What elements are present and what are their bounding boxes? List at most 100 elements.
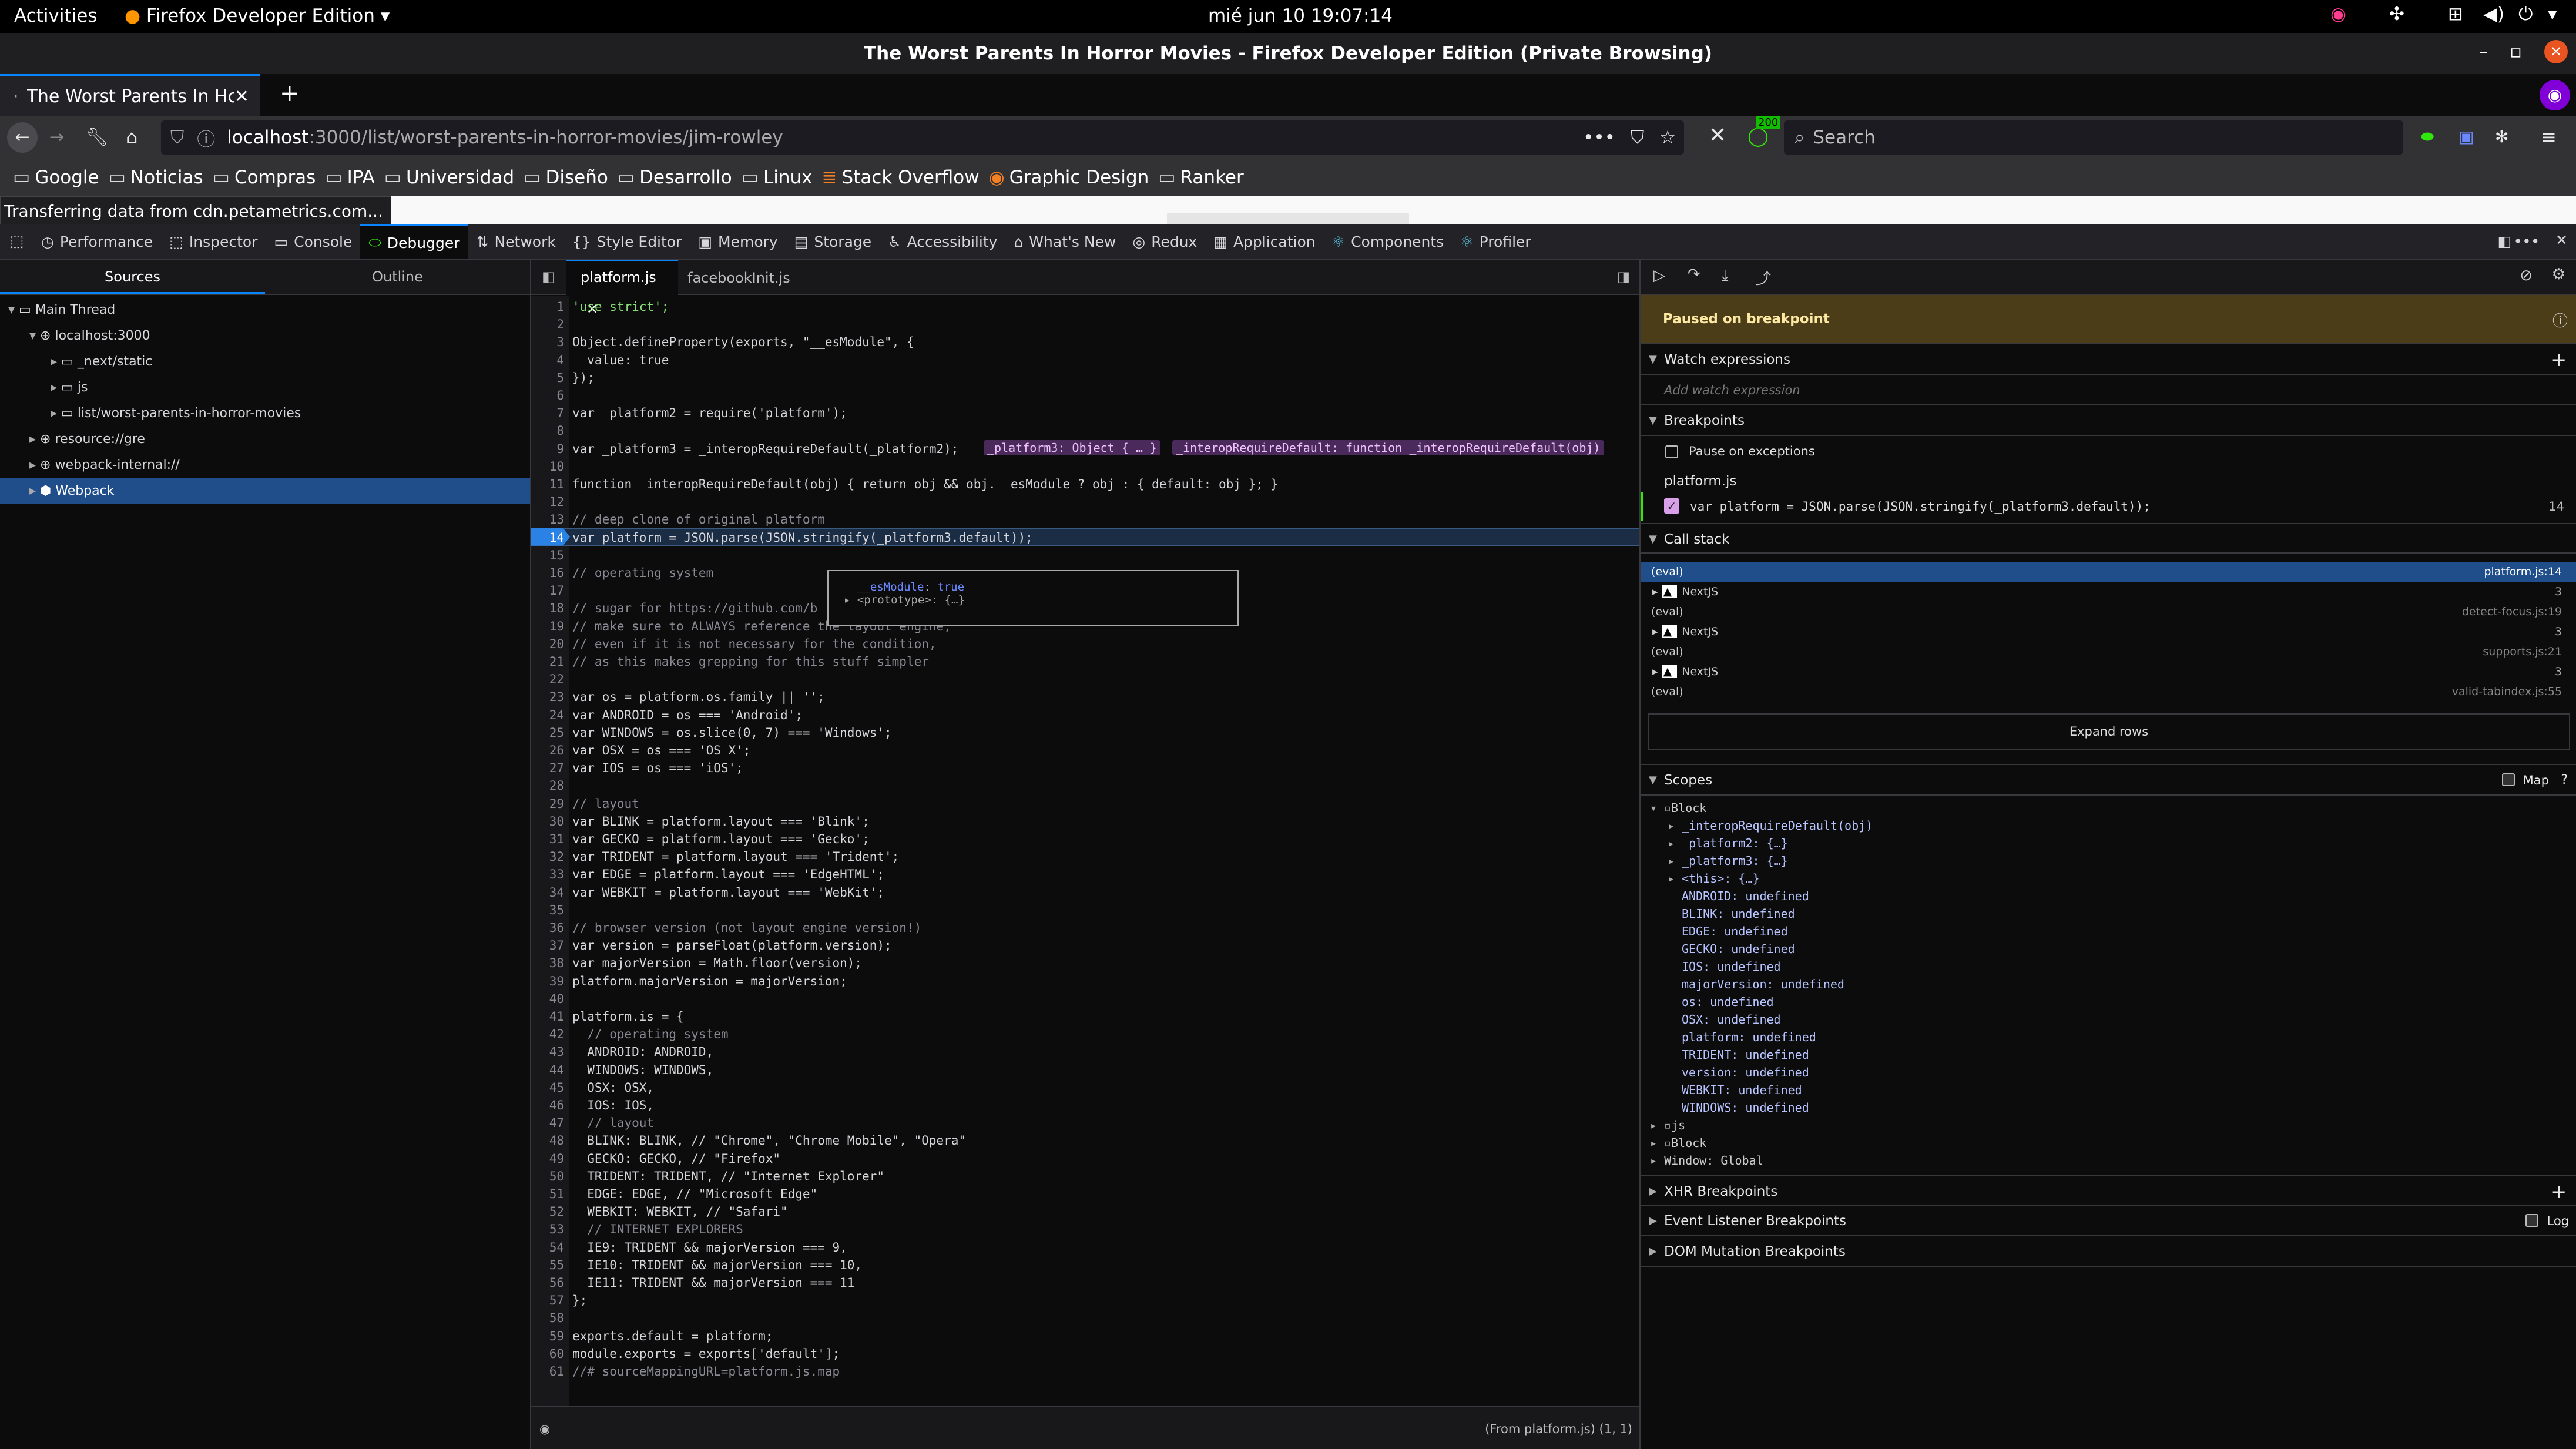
bookmark-item[interactable]: ◉ Graphic Design [989,167,1149,188]
collapsed-arrow-icon[interactable]: ▸ [51,406,61,421]
call-stack-frame[interactable]: (eval) detect-focus.js:19 [1641,602,2576,622]
source-tree-item[interactable]: ▸ ▭ _next/static [0,349,530,375]
line-number[interactable]: 2 [531,317,569,331]
line-number[interactable]: 53 [531,1222,569,1236]
collapsed-arrow-icon[interactable]: ▸ [51,380,61,395]
maximize-icon[interactable]: ▫ [2510,41,2522,62]
line-number[interactable]: 41 [531,1009,569,1024]
expand-arrow-icon[interactable]: ▸ [844,593,857,606]
call-stack-group[interactable]: ▸ ▲ NextJS 3 [1641,622,2576,642]
line-number[interactable]: 40 [531,992,569,1006]
breakpoint-checkbox[interactable]: ✓ [1664,498,1679,514]
collapsed-arrow-icon[interactable]: ▸ [29,458,40,472]
line-number[interactable]: 48 [531,1133,569,1148]
search-field[interactable]: ⌕ Search [1784,120,2403,155]
line-number[interactable]: 16 [531,566,569,580]
line-number[interactable]: 13 [531,512,569,526]
tab-sources[interactable]: Sources [0,260,265,294]
new-tab-icon[interactable]: + [280,80,300,107]
expand-arrow-icon[interactable]: ▾ ▫ [1650,801,1671,815]
expanded-arrow-icon[interactable]: ▾ [8,303,19,317]
line-number[interactable]: 57 [531,1293,569,1307]
line-number[interactable]: 42 [531,1027,569,1041]
code-editor[interactable]: 1 2 3 4 5 6 7 8 9 10 11 12 13 14 15 16 17 18 19 20 21 22 23 24 2… [531,296,1639,1406]
line-number[interactable]: 26 [531,743,569,757]
line-number[interactable]: 9 [531,442,569,456]
line-number[interactable]: 10 [531,459,569,474]
source-tree-item[interactable]: ▸ ⬢ Webpack [0,478,530,504]
line-number[interactable]: 59 [531,1329,569,1343]
line-number[interactable]: 56 [531,1276,569,1290]
tray-app-icon[interactable]: ◉ [2330,4,2346,25]
wrench-icon[interactable]: 🔧︎ [86,127,108,147]
help-icon[interactable]: ? [2561,765,2568,796]
line-number[interactable]: 6 [531,388,569,402]
line-number[interactable]: 37 [531,938,569,952]
network-icon[interactable]: ⊞ [2448,4,2463,25]
activities-button[interactable]: Activities [14,5,97,26]
tab-facebookinit-js[interactable]: facebookInit.js [687,270,790,286]
expand-arrow-icon[interactable]: ▸ [1668,819,1682,833]
watch-expression-input[interactable]: Add watch expression [1641,375,2576,405]
expand-arrow-icon[interactable]: ▸ ▫ [1650,1118,1671,1132]
minimize-icon[interactable]: – [2479,41,2488,62]
devtools-tab-redux[interactable]: ◎ Redux [1124,224,1205,259]
pause-exceptions-checkbox[interactable] [1665,445,1678,458]
line-number[interactable]: 21 [531,655,569,669]
close-window-icon[interactable]: ✕ [2544,40,2568,63]
close-devtools-icon[interactable]: ✕ [2555,232,2568,249]
bookmark-item[interactable]: ▭ IPA [325,167,374,188]
dom-mutation-breakpoints-header[interactable]: ▶ DOM Mutation Breakpoints [1641,1236,2576,1267]
collapsed-arrow-icon[interactable]: ▸ [51,354,61,369]
devtools-tab-memory[interactable]: ▣ Memory [690,224,786,259]
bookmark-item[interactable]: ▭ Desarrollo [618,167,732,188]
devtools-tab-application[interactable]: ▦ Application [1205,224,1323,259]
info-icon[interactable]: ⓘ [2552,309,2568,331]
breakpoints-header[interactable]: ▼ Breakpoints [1641,405,2576,436]
line-number[interactable]: 29 [531,797,569,811]
clock[interactable]: mié jun 10 19:07:14 [1208,5,1393,26]
scope-item[interactable]: ▸ ▫Block [1641,1134,2576,1152]
stop-loading-icon[interactable]: ✕ [1709,123,1726,147]
expand-arrow-icon[interactable]: ▸ ▫ [1650,1136,1671,1150]
line-number[interactable]: 15 [531,548,569,562]
line-number[interactable]: 3 [531,335,569,349]
log-checkbox[interactable] [2525,1214,2538,1227]
expand-arrow-icon[interactable]: ▸ [1650,1153,1664,1168]
home-icon[interactable]: ⌂ [126,126,137,148]
pretty-print-icon[interactable]: ◉ [539,1422,550,1436]
toggle-sidebar-icon[interactable]: ◧ [542,269,555,285]
line-number[interactable]: 11 [531,477,569,491]
devtools-tab-storage[interactable]: ▤ Storage [786,224,880,259]
line-number[interactable]: 54 [531,1240,569,1255]
bookmark-item[interactable]: ▭ Universidad [384,167,515,188]
source-tree-item[interactable]: ▸ ▭ js [0,375,530,401]
call-stack-frame[interactable]: (eval) valid-tabindex.js:55 [1641,682,2576,702]
line-number[interactable]: 51 [531,1187,569,1201]
line-number[interactable]: 49 [531,1152,569,1166]
scope-item[interactable]: ▸ <this>: {…} [1641,870,2576,887]
line-number[interactable]: 14 [531,531,569,545]
add-xhr-icon[interactable]: + [2551,1176,2567,1207]
line-number[interactable]: 30 [531,814,569,829]
scopes-header[interactable]: ▼ Scopes Map ? [1641,765,2576,796]
hamburger-menu-icon[interactable]: ≡ [2541,126,2557,148]
devtools-menu-icon[interactable]: ••• [2514,233,2540,250]
line-number[interactable]: 28 [531,779,569,793]
devtools-tab-performance[interactable]: ◷ Performance [33,224,161,259]
line-number[interactable]: 34 [531,886,569,900]
step-in-icon[interactable]: ⤓ [1722,267,1729,285]
line-number[interactable]: 43 [531,1045,569,1059]
devtools-tab-inspector[interactable]: ⬚ Inspector [161,224,266,259]
line-number[interactable]: 31 [531,832,569,846]
call-stack-frame[interactable]: (eval) supports.js:21 [1641,642,2576,662]
line-number[interactable]: 47 [531,1116,569,1130]
expand-arrow-icon[interactable]: ▸ [1652,585,1662,598]
line-number[interactable]: 61 [531,1364,569,1378]
watch-expressions-header[interactable]: ▼ Watch expressions + [1641,344,2576,375]
source-tree-item[interactable]: ▾ ▭ Main Thread [0,297,530,323]
line-number[interactable]: 39 [531,974,569,988]
line-number[interactable]: 38 [531,956,569,970]
devtools-tab-what-s-new[interactable]: ⌂ What's New [1005,224,1124,259]
toggle-extension-icon[interactable]: ⬬ [2421,128,2434,146]
